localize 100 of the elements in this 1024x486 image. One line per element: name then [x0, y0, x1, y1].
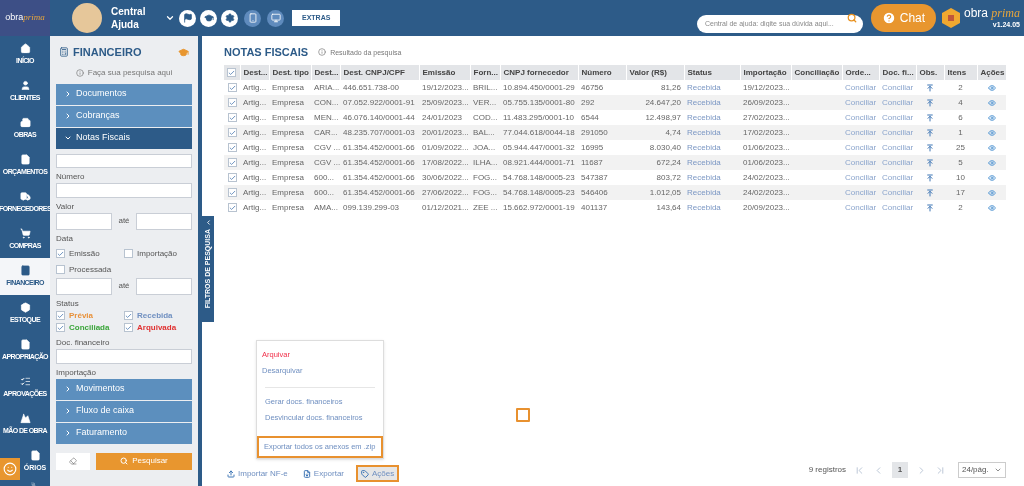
page-size-select[interactable]: 24/pág. — [958, 462, 1006, 478]
table-cell: 12.498,97 — [626, 110, 684, 125]
hexagon-logo-icon — [941, 8, 960, 28]
table-cell: Artig... — [240, 140, 269, 155]
table-cell: 446.651.738-00 — [340, 80, 419, 95]
view-icon[interactable] — [987, 158, 996, 167]
column-header[interactable]: Dest. CNPJ/CPF — [340, 65, 419, 80]
table-cell: CON... — [311, 95, 340, 110]
search-icon[interactable] — [846, 13, 857, 23]
table-cell: Empresa — [269, 110, 311, 125]
table-cell: Artig... — [240, 155, 269, 170]
input-field[interactable] — [56, 153, 192, 169]
column-header[interactable]: Ações — [977, 65, 1006, 80]
view-icon[interactable] — [987, 83, 996, 92]
upload-icon[interactable] — [926, 203, 934, 212]
checkbox[interactable] — [56, 323, 65, 333]
column-header[interactable]: Orde... — [842, 65, 879, 80]
input-field[interactable] — [56, 212, 113, 230]
checkbox[interactable] — [56, 265, 65, 275]
upload-icon[interactable] — [926, 128, 934, 137]
chevron-right-icon — [64, 407, 72, 415]
view-icon[interactable] — [987, 143, 996, 152]
chevron-down-icon[interactable] — [165, 13, 175, 23]
input-field[interactable] — [135, 212, 192, 230]
chevron-down-icon — [994, 466, 1002, 474]
column-header[interactable]: Itens — [944, 65, 977, 80]
input-field[interactable] — [56, 348, 192, 364]
view-icon[interactable] — [987, 203, 996, 212]
monitor-icon[interactable] — [267, 9, 284, 27]
view-icon[interactable] — [987, 173, 996, 182]
table-cell: Recebida — [684, 155, 740, 170]
column-header[interactable]: Dest... — [240, 65, 269, 80]
table-cell: Empresa — [269, 125, 311, 140]
input-field[interactable] — [56, 183, 192, 198]
clear-button[interactable] — [56, 452, 90, 470]
view-icon[interactable] — [987, 98, 996, 107]
table-cell: Empresa — [269, 200, 311, 215]
graduation-cap-icon[interactable] — [200, 9, 217, 27]
checkbox[interactable] — [124, 323, 133, 333]
record-count: 9 registros — [808, 464, 846, 476]
table-cell: 6 — [944, 110, 977, 125]
table-cell: 54.768.148/0005-23 — [500, 185, 578, 200]
checkbox[interactable] — [56, 311, 65, 321]
chat-widget-icon[interactable] — [0, 458, 20, 480]
smartphone-icon[interactable] — [244, 9, 261, 27]
column-header[interactable]: Importação — [740, 65, 791, 80]
help-icon — [881, 11, 896, 25]
column-header[interactable]: Forn... — [470, 65, 500, 80]
input-field[interactable] — [56, 277, 113, 295]
column-header[interactable]: Emissão — [419, 65, 470, 80]
field-label: Importação — [56, 366, 98, 379]
last-page-icon[interactable] — [935, 464, 946, 476]
table-cell: 24/01/2023 — [419, 110, 470, 125]
logo[interactable]: obraprima — [0, 0, 50, 36]
view-icon[interactable] — [987, 128, 996, 137]
table-cell: 600... — [311, 170, 340, 185]
column-header[interactable]: Conciliação — [791, 65, 842, 80]
table-cell: 01/09/2022... — [419, 140, 470, 155]
upload-icon[interactable] — [926, 98, 934, 107]
table-cell: Artig... — [240, 185, 269, 200]
first-page-icon[interactable] — [854, 464, 865, 476]
checkbox[interactable] — [124, 249, 133, 259]
column-header[interactable]: Dest... — [311, 65, 340, 80]
column-header[interactable]: Valor (R$) — [626, 65, 684, 80]
table-cell: BAL... — [470, 125, 500, 140]
input-field[interactable] — [135, 277, 192, 295]
upload-icon[interactable] — [926, 173, 934, 182]
view-icon[interactable] — [987, 113, 996, 122]
flag-icon[interactable] — [179, 9, 196, 27]
upload-icon[interactable] — [926, 113, 934, 122]
table-cell: 81,26 — [626, 80, 684, 95]
table-cell: 25/09/2023... — [419, 95, 470, 110]
checkbox[interactable] — [124, 311, 133, 321]
upload-icon[interactable] — [926, 83, 934, 92]
column-header[interactable]: Status — [684, 65, 740, 80]
upload-icon[interactable] — [926, 188, 934, 197]
upload-icon[interactable] — [926, 143, 934, 152]
table-cell: 01/06/2023... — [740, 140, 791, 155]
column-header[interactable]: Doc. fi... — [879, 65, 916, 80]
toolbar-button[interactable]: Importar NF-e — [224, 465, 291, 482]
column-header[interactable]: Obs. — [916, 65, 944, 80]
table-cell: Empresa — [269, 155, 311, 170]
column-header[interactable]: Dest. tipo — [269, 65, 311, 80]
view-icon[interactable] — [987, 188, 996, 197]
table-cell: 600... — [311, 185, 340, 200]
search-hint: Faça sua pesquisa aqui — [87, 66, 173, 79]
checkbox[interactable] — [56, 249, 65, 259]
chevron-right-icon — [64, 90, 72, 98]
page-button[interactable]: 1 — [892, 462, 908, 478]
table-cell: Recebida — [684, 110, 740, 125]
table-cell: 1 — [944, 125, 977, 140]
table-cell: 30/06/2022... — [419, 170, 470, 185]
table-cell: 6544 — [578, 110, 626, 125]
column-header[interactable]: CNPJ fornecedor — [500, 65, 578, 80]
avatar — [72, 3, 102, 33]
toolbar-button[interactable]: Exportar — [299, 465, 348, 482]
column-header[interactable]: Número — [578, 65, 626, 80]
accordion-header[interactable]: Notas Fiscais — [56, 127, 192, 150]
table-cell: 4 — [944, 95, 977, 110]
upload-icon[interactable] — [926, 158, 934, 167]
